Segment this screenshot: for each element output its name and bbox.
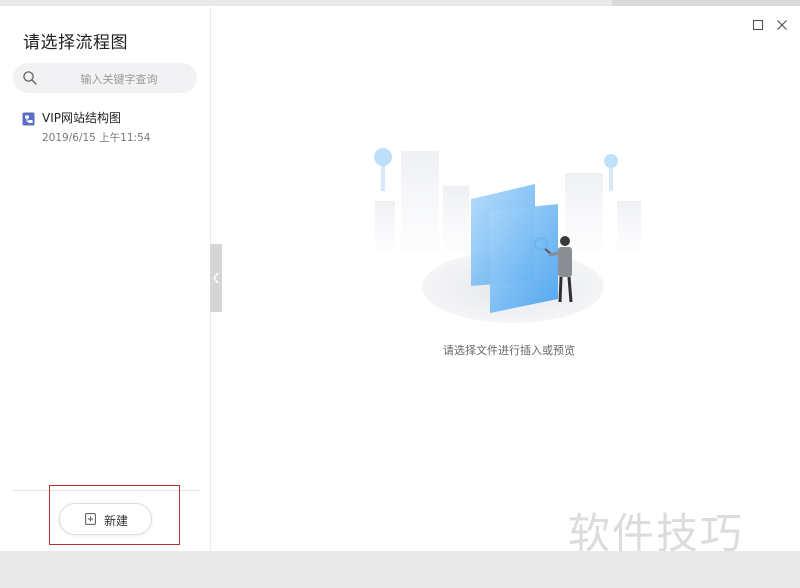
empty-state-illustration (374, 148, 641, 323)
sidebar: 请选择流程图 VIP网站结构图 2019/6/15 上午11:54 (0, 6, 211, 551)
empty-state-text: 请选择文件进行插入或预览 (443, 344, 575, 357)
search-input[interactable] (47, 63, 191, 95)
new-button-label: 新建 (104, 514, 129, 528)
list-item[interactable]: VIP网站结构图 2019/6/15 上午11:54 (22, 108, 202, 148)
new-button[interactable]: 新建 (59, 503, 152, 535)
sidebar-title: 请选择流程图 (23, 33, 128, 53)
flowchart-picker-dialog: 请选择流程图 VIP网站结构图 2019/6/15 上午11:54 (0, 6, 800, 551)
search-icon (23, 71, 37, 85)
close-icon[interactable] (775, 18, 789, 32)
file-date: 2019/6/15 上午11:54 (42, 132, 151, 144)
flowchart-file-icon (22, 112, 35, 126)
watermark-text: 软件技巧 (568, 509, 745, 551)
new-file-icon (85, 513, 96, 525)
file-name: VIP网站结构图 (42, 111, 121, 125)
search-box[interactable] (13, 63, 197, 95)
sidebar-collapse-handle[interactable] (210, 244, 222, 312)
maximize-icon[interactable] (751, 18, 765, 32)
chevron-left-icon (213, 272, 219, 284)
